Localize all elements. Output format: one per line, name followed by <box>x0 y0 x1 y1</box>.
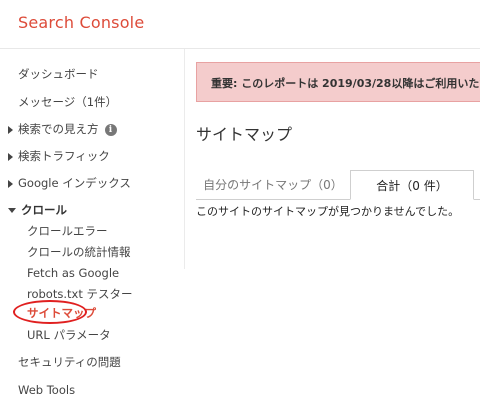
sidebar-item-label: 検索での見え方 <box>18 122 99 136</box>
sidebar-item-label: メッセージ（1件） <box>18 95 118 109</box>
sidebar-item-label: セキュリティの問題 <box>18 355 121 369</box>
sidebar-item-dashboard[interactable]: ダッシュボード <box>18 64 99 84</box>
alert-text: 重要: このレポートは 2019/03/28以降はご利用いただけ <box>211 77 480 90</box>
tab-my-sitemaps[interactable]: 自分のサイトマップ（0） <box>196 170 350 200</box>
alert-banner: 重要: このレポートは 2019/03/28以降はご利用いただけ <box>196 62 480 102</box>
sidebar-item-label: URL パラメータ <box>27 328 111 342</box>
sidebar-item-label: クロールの統計情報 <box>27 245 131 259</box>
header: Search Console <box>0 0 480 49</box>
chevron-down-icon <box>8 208 16 213</box>
chevron-right-icon <box>8 152 13 161</box>
sidebar-item-label: クロール <box>21 203 67 217</box>
sidebar-item-crawl-errors[interactable]: クロールエラー <box>27 221 108 241</box>
sidebar-item-fetch-as-google[interactable]: Fetch as Google <box>27 263 119 283</box>
highlight-annotation-ring <box>13 300 87 324</box>
empty-state-message: このサイトのサイトマップが見つかりませんでした。 <box>196 205 460 218</box>
sidebar-item-label: クロールエラー <box>27 224 108 238</box>
tab-divider <box>196 199 350 200</box>
tab-all[interactable]: 合計（0 件） <box>350 170 474 200</box>
sidebar-divider <box>184 49 185 269</box>
tab-divider <box>474 199 480 200</box>
sidebar-item-label: Web Tools <box>18 383 76 397</box>
sidebar-item-security-issues[interactable]: セキュリティの問題 <box>18 352 121 372</box>
chevron-right-icon <box>8 125 13 134</box>
sidebar-item-search-traffic[interactable]: 検索トラフィック <box>8 146 110 166</box>
sidebar-item-messages[interactable]: メッセージ（1件） <box>18 92 117 112</box>
sidebar-item-url-parameters[interactable]: URL パラメータ <box>27 325 111 345</box>
sidebar-item-label: ダッシュボード <box>18 67 99 81</box>
sidebar-item-label: Google インデックス <box>18 176 131 190</box>
sidebar-item-label: robots.txt テスター <box>27 287 133 301</box>
sidebar-item-label: 検索トラフィック <box>18 149 110 163</box>
sidebar-item-crawl-stats[interactable]: クロールの統計情報 <box>27 242 131 262</box>
chevron-right-icon <box>8 179 13 188</box>
info-icon[interactable]: i <box>104 123 117 136</box>
sidebar-item-label: Fetch as Google <box>27 266 120 280</box>
app-title[interactable]: Search Console <box>18 13 144 32</box>
sidebar-item-web-tools[interactable]: Web Tools <box>18 380 75 400</box>
sidebar-item-crawl[interactable]: クロール <box>8 200 67 220</box>
sidebar-item-google-index[interactable]: Google インデックス <box>8 173 131 193</box>
sidebar-item-search-appearance[interactable]: 検索での見え方 i <box>8 119 117 139</box>
page-title: サイトマップ <box>196 125 293 144</box>
